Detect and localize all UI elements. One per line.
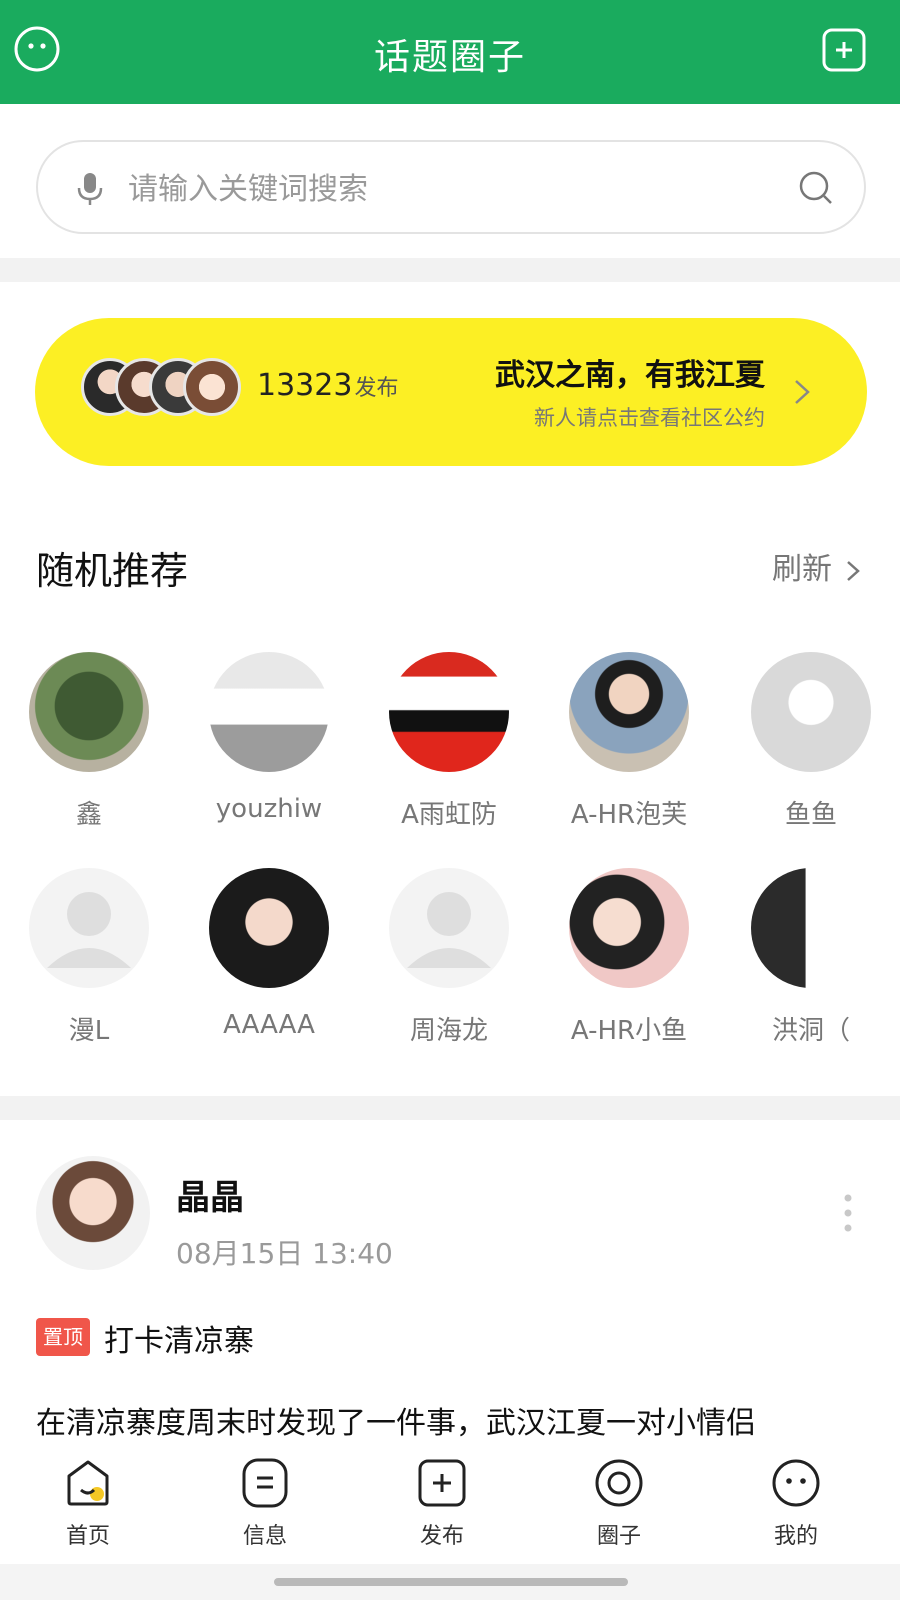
tab-publish[interactable]: 发布 — [382, 1456, 502, 1550]
avatar — [389, 652, 509, 772]
user-card[interactable]: A雨虹防 — [374, 652, 524, 831]
bottom-tab-bar: 首页 信息 发布 圈子 我的 — [0, 1440, 900, 1564]
microphone-icon[interactable] — [76, 172, 104, 206]
message-icon — [242, 1458, 288, 1508]
avatar — [29, 868, 149, 988]
top-bar: 话题圈子 — [0, 0, 900, 104]
default-avatar-icon — [47, 892, 131, 968]
refresh-button[interactable]: 刷新 — [772, 544, 860, 588]
avatar — [183, 358, 241, 416]
avatar — [209, 652, 329, 772]
section-divider — [0, 258, 900, 282]
user-card[interactable]: 鑫 — [14, 652, 164, 831]
avatar — [751, 652, 871, 772]
search-input[interactable] — [126, 162, 770, 216]
user-card[interactable]: 鱼鱼 — [736, 652, 886, 831]
post-timestamp: 08月15日 13:40 — [176, 1237, 393, 1270]
banner-title: 武汉之南，有我江夏 — [495, 358, 765, 393]
search-bar[interactable] — [36, 140, 866, 234]
post-title[interactable]: 打卡清凉寨 — [104, 1316, 254, 1360]
section-title: 随机推荐 — [36, 549, 189, 593]
avatar — [569, 652, 689, 772]
more-vertical-icon[interactable] — [844, 1194, 852, 1232]
avatar — [751, 868, 871, 988]
home-icon — [67, 1460, 109, 1506]
pinned-badge: 置顶 — [36, 1318, 90, 1356]
member-avatars — [81, 358, 251, 416]
search-icon[interactable] — [798, 170, 834, 206]
post-author-name[interactable]: 晶晶 — [176, 1170, 244, 1219]
chevron-right-icon — [795, 380, 810, 404]
avatar — [29, 652, 149, 772]
user-card[interactable]: A-HR泡芙 — [554, 652, 704, 831]
avatar — [569, 868, 689, 988]
user-card[interactable]: 周海龙 — [374, 868, 524, 1047]
post-count: 13323发布 — [257, 368, 399, 403]
post-body[interactable]: 在清凉寨度周末时发现了一件事，武汉江夏一对小情侣 — [36, 1398, 866, 1442]
chevron-right-icon — [847, 560, 860, 581]
default-avatar-icon — [407, 892, 491, 968]
tab-circle[interactable]: 圈子 — [559, 1456, 679, 1550]
post-author-avatar[interactable] — [36, 1156, 150, 1270]
community-banner[interactable]: 13323发布 武汉之南，有我江夏 新人请点击查看社区公约 — [35, 318, 867, 466]
publish-icon — [418, 1459, 466, 1507]
user-card[interactable]: 洪洞（ — [736, 868, 886, 1047]
user-card[interactable]: youzhiw — [194, 652, 344, 824]
circle-icon — [595, 1459, 643, 1507]
section-divider — [0, 1096, 900, 1120]
tab-messages[interactable]: 信息 — [205, 1456, 325, 1550]
profile-icon — [772, 1459, 820, 1507]
avatar — [209, 868, 329, 988]
user-card[interactable]: A-HR小鱼 — [554, 868, 704, 1047]
user-card[interactable]: 漫L — [14, 868, 164, 1047]
add-post-icon[interactable] — [822, 28, 866, 72]
avatar — [389, 868, 509, 988]
banner-subtitle[interactable]: 新人请点击查看社区公约 — [534, 402, 765, 432]
page-title: 话题圈子 — [373, 37, 526, 78]
home-indicator[interactable] — [274, 1578, 628, 1586]
tab-profile[interactable]: 我的 — [736, 1456, 856, 1550]
user-card[interactable]: AAAAA — [194, 868, 344, 1040]
tab-home[interactable]: 首页 — [28, 1456, 148, 1550]
